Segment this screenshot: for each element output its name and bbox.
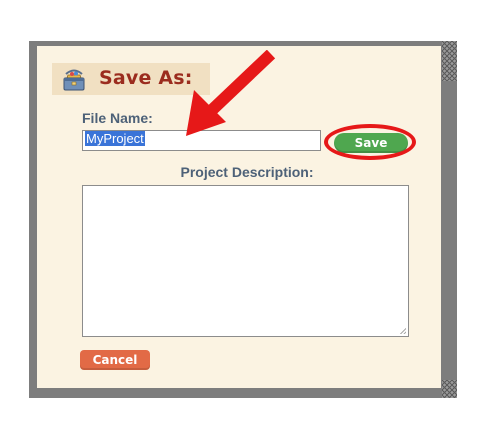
file-name-label: File Name: [82,110,153,126]
cancel-button[interactable]: Cancel [80,350,150,370]
toolbox-icon [63,69,85,91]
dialog-title: Save As: [99,67,193,89]
file-name-value: MyProject [85,131,145,146]
resize-grip-icon[interactable] [399,327,406,334]
project-description-textarea[interactable] [82,185,409,337]
project-description-label: Project Description: [180,164,314,180]
resize-corner-top [442,41,457,81]
pointer-arrow-icon [186,50,276,136]
resize-corner-bottom[interactable] [442,380,457,398]
highlight-ring [324,124,416,160]
